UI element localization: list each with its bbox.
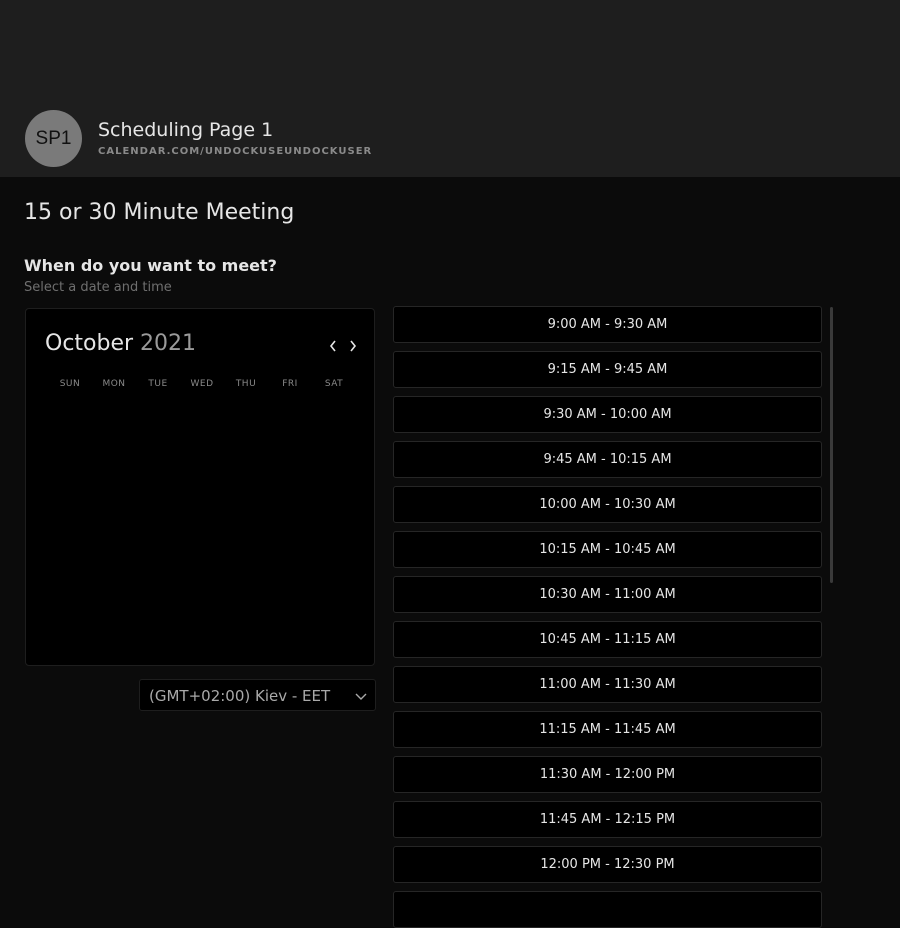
page-title: Scheduling Page 1 — [98, 119, 274, 141]
calendar-month: October — [45, 331, 134, 356]
time-slot-button[interactable]: 10:45 AM - 11:15 AM — [393, 621, 822, 658]
weekday-label: WED — [190, 379, 214, 389]
meet-question: When do you want to meet? — [24, 256, 277, 275]
calendar-panel: October 2021 SUN MON TUE WED THU FRI SAT — [25, 308, 375, 666]
weekday-label: MON — [102, 379, 126, 389]
time-slot-button[interactable]: 11:30 AM - 12:00 PM — [393, 756, 822, 793]
select-instruction: Select a date and time — [24, 280, 172, 295]
weekday-label: SAT — [324, 379, 344, 389]
weekday-label: TUE — [148, 379, 168, 389]
weekday-label: FRI — [282, 379, 298, 389]
time-slot-button[interactable]: 10:00 AM - 10:30 AM — [393, 486, 822, 523]
meeting-title: 15 or 30 Minute Meeting — [24, 200, 295, 225]
avatar: SP1 — [25, 110, 82, 167]
time-slot-button[interactable]: 9:45 AM - 10:15 AM — [393, 441, 822, 478]
calendar-year: 2021 — [140, 331, 197, 356]
time-slot-button[interactable]: 10:30 AM - 11:00 AM — [393, 576, 822, 613]
time-slot-button[interactable] — [393, 891, 822, 928]
weekday-label: THU — [235, 379, 257, 389]
time-slot-button[interactable]: 10:15 AM - 10:45 AM — [393, 531, 822, 568]
timezone-label: (GMT+02:00) Kiev - EET — [149, 687, 331, 705]
time-slot-button[interactable]: 9:30 AM - 10:00 AM — [393, 396, 822, 433]
time-slot-button[interactable]: 9:15 AM - 9:45 AM — [393, 351, 822, 388]
time-slot-button[interactable]: 12:00 PM - 12:30 PM — [393, 846, 822, 883]
chevron-down-icon — [354, 688, 368, 702]
timezone-select[interactable]: (GMT+02:00) Kiev - EET — [139, 679, 376, 711]
chevron-right-icon[interactable] — [344, 335, 362, 357]
calendar-month-year: October 2021 — [45, 331, 196, 356]
weekday-header: SUN MON TUE WED THU FRI SAT — [48, 379, 356, 389]
time-slot-button[interactable]: 9:00 AM - 9:30 AM — [393, 306, 822, 343]
page-header: SP1 Scheduling Page 1 CALENDAR.COM/UNDOC… — [0, 0, 900, 177]
page-url: CALENDAR.COM/UNDOCKUSEUNDOCKUSER — [98, 146, 373, 157]
weekday-label: SUN — [59, 379, 81, 389]
time-slot-button[interactable]: 11:15 AM - 11:45 AM — [393, 711, 822, 748]
slot-list-scrollbar[interactable] — [830, 307, 833, 583]
chevron-left-icon[interactable] — [324, 335, 342, 357]
time-slot-button[interactable]: 11:45 AM - 12:15 PM — [393, 801, 822, 838]
time-slot-button[interactable]: 11:00 AM - 11:30 AM — [393, 666, 822, 703]
